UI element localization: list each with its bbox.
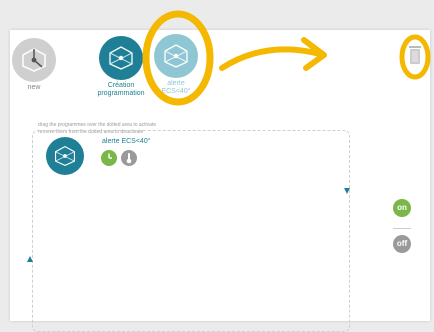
thermometer-icon[interactable] [121, 150, 137, 166]
scroll-up-arrow[interactable] [27, 256, 33, 262]
arrow-annotation [219, 37, 327, 71]
clock-icon[interactable] [101, 150, 117, 166]
network-node-icon [12, 38, 56, 82]
trash-icon[interactable] [398, 32, 434, 82]
active-program-title: alerte ECS<40° [102, 138, 151, 145]
toggle-divider [393, 228, 411, 229]
active-program-item[interactable]: alerte ECS<40° [46, 137, 246, 177]
network-node-icon [46, 137, 84, 175]
program-new[interactable]: new [12, 38, 56, 92]
scroll-down-arrow[interactable] [344, 188, 350, 194]
program-label: new [27, 84, 41, 91]
network-node-icon [99, 36, 143, 80]
on-button[interactable]: on [393, 199, 411, 217]
off-button[interactable]: off [393, 235, 411, 253]
highlight-annotation [142, 10, 214, 106]
